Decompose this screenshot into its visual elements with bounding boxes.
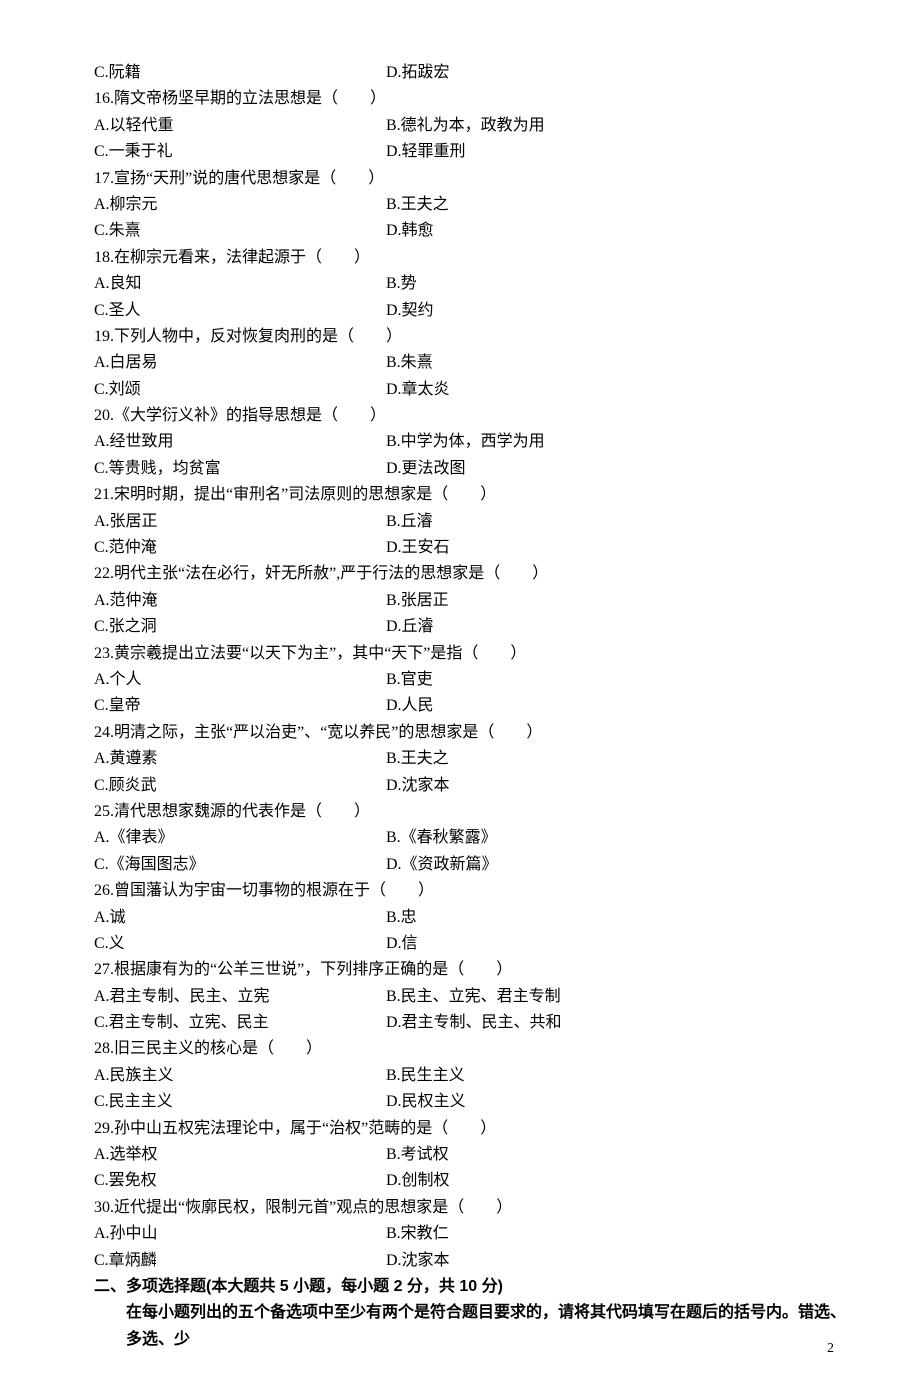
opt-a: A.经世致用 [94, 429, 386, 455]
opt-a: A.君主专制、民主、立宪 [94, 984, 386, 1010]
question-stem: 29.孙中山五权宪法理论中，属于“治权”范畴的是（ ） [94, 1116, 860, 1142]
opt-d: D.章太炎 [386, 377, 860, 403]
opt-c: C.罢免权 [94, 1168, 386, 1194]
opt-d: D.君主专制、民主、共和 [386, 1010, 860, 1036]
opt-b: B.王夫之 [386, 746, 860, 772]
section-title: 二、多项选择题(本大题共 5 小题，每小题 2 分，共 10 分) [94, 1274, 860, 1300]
question-stem: 19.下列人物中，反对恢复肉刑的是（ ） [94, 324, 860, 350]
opt-b: B.民主、立宪、君主专制 [386, 984, 860, 1010]
opt-d: D.沈家本 [386, 773, 860, 799]
opt-a: A.范仲淹 [94, 588, 386, 614]
opt-c: C.张之洞 [94, 614, 386, 640]
opt-b: B.德礼为本，政教为用 [386, 113, 860, 139]
opt-a: A.诚 [94, 905, 386, 931]
opt-c: C.范仲淹 [94, 535, 386, 561]
opt-a: A.张居正 [94, 509, 386, 535]
page-number: 2 [827, 1341, 834, 1357]
question-stem: 17.宣扬“天刑”说的唐代思想家是（ ） [94, 166, 860, 192]
question-stem: 28.旧三民主义的核心是（ ） [94, 1036, 860, 1062]
opt-c: C.民主主义 [94, 1089, 386, 1115]
opt-a: A.以轻代重 [94, 113, 386, 139]
opt-d: D.契约 [386, 298, 860, 324]
question-stem: 26.曾国藩认为宇宙一切事物的根源在于（ ） [94, 878, 860, 904]
opt-d: D.韩愈 [386, 218, 860, 244]
opt-b: B.势 [386, 271, 860, 297]
opt-c: C.《海国图志》 [94, 852, 386, 878]
opt-d: D.民权主义 [386, 1089, 860, 1115]
opt-d: D.拓跋宏 [386, 60, 860, 86]
opt-a: A.《律表》 [94, 825, 386, 851]
opt-d: D.人民 [386, 693, 860, 719]
opt-b: B.张居正 [386, 588, 860, 614]
opt-c: C.一秉于礼 [94, 139, 386, 165]
opt-d: D.沈家本 [386, 1248, 860, 1274]
opt-d: D.信 [386, 931, 860, 957]
opt-a: A.孙中山 [94, 1221, 386, 1247]
question-stem: 22.明代主张“法在必行，奸无所赦”,严于行法的思想家是（ ） [94, 561, 860, 587]
opt-a: A.黄遵素 [94, 746, 386, 772]
opt-b: B.丘濬 [386, 509, 860, 535]
question-stem: 20.《大学衍义补》的指导思想是（ ） [94, 403, 860, 429]
opt-a: A.选举权 [94, 1142, 386, 1168]
question-stem: 21.宋明时期，提出“审刑名”司法原则的思想家是（ ） [94, 482, 860, 508]
opt-b: B.考试权 [386, 1142, 860, 1168]
opt-c: C.顾炎武 [94, 773, 386, 799]
opt-c: C.章炳麟 [94, 1248, 386, 1274]
opt-c: C.义 [94, 931, 386, 957]
opt-c: C.阮籍 [94, 60, 386, 86]
opt-d: D.王安石 [386, 535, 860, 561]
opt-c: C.君主专制、立宪、民主 [94, 1010, 386, 1036]
opt-b: B.王夫之 [386, 192, 860, 218]
opt-d: D.轻罪重刑 [386, 139, 860, 165]
opt-b: B.民生主义 [386, 1063, 860, 1089]
question-stem: 16.隋文帝杨坚早期的立法思想是（ ） [94, 86, 860, 112]
opt-d: D.丘濬 [386, 614, 860, 640]
question-stem: 27.根据康有为的“公羊三世说”，下列排序正确的是（ ） [94, 957, 860, 983]
opt-b: B.朱熹 [386, 350, 860, 376]
opt-a: A.个人 [94, 667, 386, 693]
section-instructions: 在每小题列出的五个备选项中至少有两个是符合题目要求的，请将其代码填写在题后的括号… [94, 1300, 860, 1353]
opt-a: A.良知 [94, 271, 386, 297]
opt-d: D.创制权 [386, 1168, 860, 1194]
opt-a: A.白居易 [94, 350, 386, 376]
opt-c: C.刘颂 [94, 377, 386, 403]
opt-b: B.忠 [386, 905, 860, 931]
opt-d: D.更法改图 [386, 456, 860, 482]
opt-c: C.皇帝 [94, 693, 386, 719]
opt-b: B.宋教仁 [386, 1221, 860, 1247]
question-stem: 25.清代思想家魏源的代表作是（ ） [94, 799, 860, 825]
opt-b: B.《春秋繁露》 [386, 825, 860, 851]
opt-c: C.朱熹 [94, 218, 386, 244]
opt-a: A.柳宗元 [94, 192, 386, 218]
opt-a: A.民族主义 [94, 1063, 386, 1089]
question-stem: 18.在柳宗元看来，法律起源于（ ） [94, 245, 860, 271]
question-stem: 30.近代提出“恢廓民权，限制元首”观点的思想家是（ ） [94, 1195, 860, 1221]
opt-c: C.圣人 [94, 298, 386, 324]
question-stem: 24.明清之际，主张“严以治吏”、“宽以养民”的思想家是（ ） [94, 720, 860, 746]
opt-b: B.中学为体，西学为用 [386, 429, 860, 455]
opt-d: D.《资政新篇》 [386, 852, 860, 878]
opt-c: C.等贵贱，均贫富 [94, 456, 386, 482]
question-stem: 23.黄宗羲提出立法要“以天下为主”，其中“天下”是指（ ） [94, 641, 860, 667]
opt-b: B.官吏 [386, 667, 860, 693]
